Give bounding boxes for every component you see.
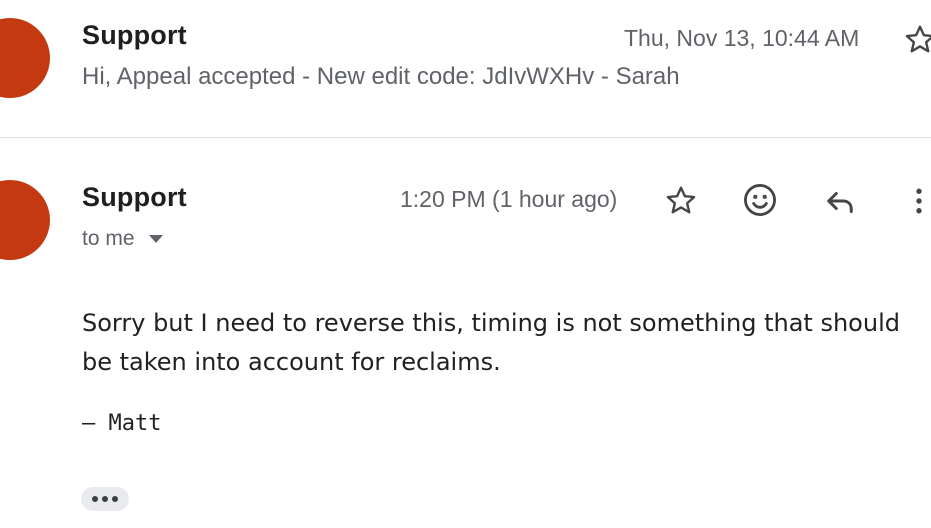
message-signature: – Matt (82, 411, 162, 436)
recipient-details-toggle[interactable]: to me (82, 227, 163, 251)
avatar[interactable]: S (0, 180, 50, 260)
sender-name[interactable]: Support (82, 20, 187, 51)
more-vert-icon[interactable] (899, 181, 931, 221)
message-body: Sorry but I need to reverse this, timing… (82, 309, 900, 376)
avatar[interactable]: S (0, 18, 50, 98)
star-icon[interactable] (661, 181, 701, 221)
email-thread: S Support Thu, Nov 13, 10:44 AM Hi, Appe… (0, 0, 931, 528)
message-divider (0, 137, 931, 138)
recipient-label: to me (82, 227, 135, 250)
emoji-icon[interactable] (740, 180, 780, 220)
ellipsis-icon (92, 496, 98, 502)
star-icon[interactable] (902, 22, 931, 58)
reply-icon[interactable] (820, 181, 860, 221)
show-trimmed-content-button[interactable] (81, 487, 129, 511)
message-date: 1:20 PM (1 hour ago) (400, 186, 618, 212)
sender-name[interactable]: Support (82, 182, 187, 213)
message-date: Thu, Nov 13, 10:44 AM (624, 25, 860, 51)
message-snippet[interactable]: Hi, Appeal accepted - New edit code: JdI… (82, 63, 680, 91)
caret-down-icon (148, 235, 163, 243)
